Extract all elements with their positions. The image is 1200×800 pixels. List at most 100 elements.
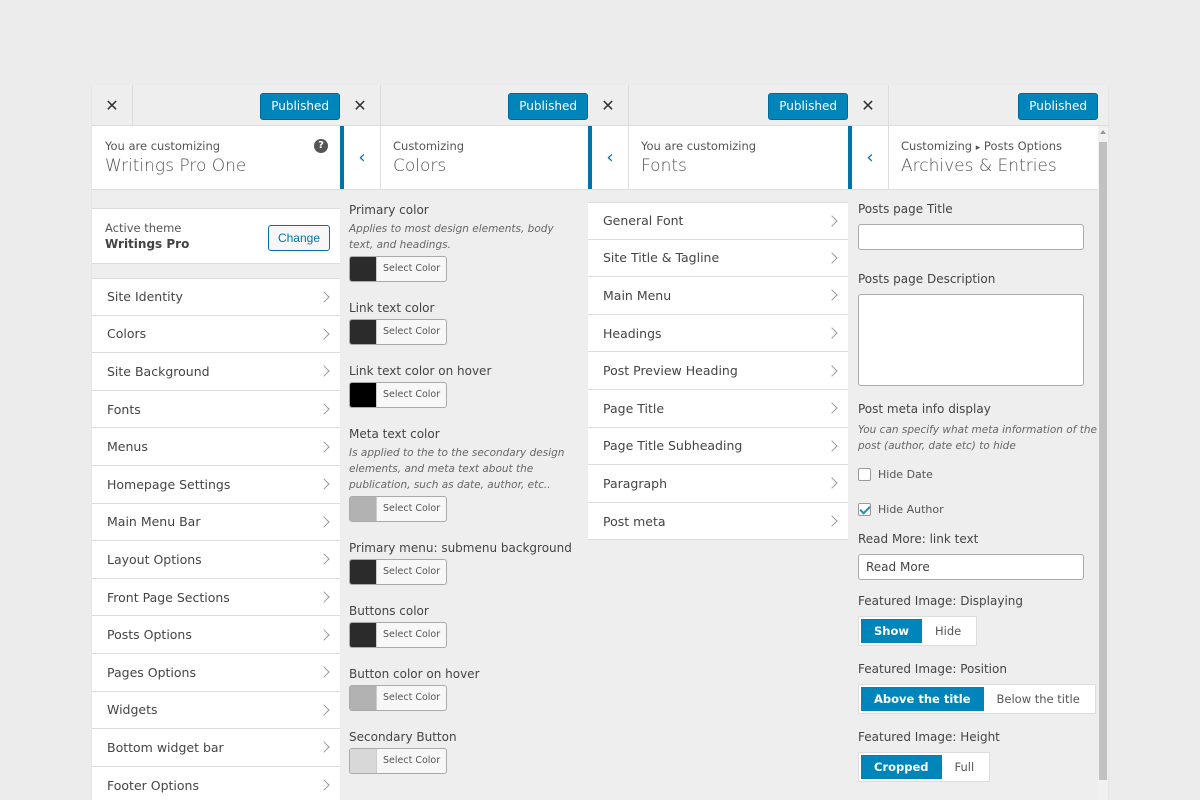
option-below-the-title[interactable]: Below the title: [984, 687, 1093, 711]
hide-date-checkbox[interactable]: [858, 468, 871, 481]
customizer-frame: ✕ Published You are customizing Writings…: [92, 85, 1108, 800]
nav-item-site-background[interactable]: Site Background: [92, 353, 340, 391]
color-control-title: Meta text color: [349, 427, 440, 441]
color-control-description: Is applied to the to the secondary desig…: [349, 447, 565, 491]
nav-item-fonts[interactable]: Fonts: [92, 390, 340, 429]
scrollbar[interactable]: [1098, 126, 1108, 800]
nav-item-paragraph[interactable]: Paragraph: [588, 465, 848, 503]
help-icon[interactable]: ?: [314, 139, 328, 153]
chevron-right-icon: [826, 477, 838, 490]
color-picker-button[interactable]: Select Color: [349, 496, 448, 522]
read-more-input[interactable]: Read More: [858, 554, 1084, 580]
meta-display-label: Post meta info display: [858, 402, 991, 416]
color-swatch: [350, 320, 376, 344]
hide-author-checkbox[interactable]: [858, 503, 871, 516]
nav-item-label: Main Menu: [603, 287, 672, 303]
close-button[interactable]: ✕: [848, 85, 889, 125]
nav-item-label: Main Menu Bar: [107, 514, 201, 530]
color-picker-button[interactable]: Select Color: [349, 685, 448, 711]
publish-button[interactable]: Published: [1018, 93, 1098, 120]
scrollbar-thumb[interactable]: [1099, 142, 1107, 780]
color-picker-button[interactable]: Select Color: [349, 748, 448, 774]
top-bar: ✕ Published: [848, 85, 1108, 126]
nav-item-post-meta[interactable]: Post meta: [588, 502, 848, 541]
nav-item-menus[interactable]: Menus: [92, 428, 340, 466]
customizing-label: You are customizing: [105, 139, 221, 153]
theme-name: Writings Pro: [105, 237, 190, 251]
top-bar: ✕ Published: [588, 85, 848, 126]
select-color-label: Select Color: [376, 320, 446, 344]
publish-button[interactable]: Published: [768, 93, 848, 120]
posts-page-title-input[interactable]: [858, 224, 1084, 250]
hide-date-row[interactable]: Hide Date: [858, 468, 1098, 481]
chevron-right-icon: [318, 741, 330, 754]
featured-height-label: Featured Image: Height: [858, 730, 1000, 744]
select-color-label: Select Color: [376, 257, 446, 281]
breadcrumb: Customizing: [393, 139, 465, 153]
breadcrumb-separator: ▸: [975, 143, 981, 153]
nav-item-general-font[interactable]: General Font: [588, 202, 848, 240]
scroll-up-icon[interactable]: [1100, 130, 1106, 134]
nav-item-colors[interactable]: Colors: [92, 315, 340, 354]
hide-date-label: Hide Date: [878, 468, 933, 481]
color-picker-button[interactable]: Select Color: [349, 622, 448, 648]
nav-item-site-identity[interactable]: Site Identity: [92, 278, 340, 316]
posts-page-description-label: Posts page Description: [858, 272, 996, 286]
nav-item-label: Site Identity: [107, 289, 183, 305]
option-hide[interactable]: Hide: [922, 619, 974, 643]
hide-author-row[interactable]: Hide Author: [858, 503, 1098, 516]
select-color-label: Select Color: [376, 686, 446, 710]
publish-button[interactable]: Published: [260, 93, 340, 120]
publish-button[interactable]: Published: [508, 93, 588, 120]
nav-item-widgets[interactable]: Widgets: [92, 691, 340, 730]
close-button[interactable]: ✕: [340, 85, 381, 125]
color-control-title: Primary menu: submenu background: [349, 541, 572, 555]
close-button[interactable]: ✕: [588, 85, 629, 125]
nav-item-main-menu[interactable]: Main Menu: [588, 277, 848, 315]
option-above-the-title[interactable]: Above the title: [861, 687, 984, 711]
close-button[interactable]: ✕: [92, 85, 133, 125]
color-picker-button[interactable]: Select Color: [349, 559, 448, 585]
back-button[interactable]: ‹: [848, 126, 889, 189]
nav-item-label: Page Title: [603, 400, 665, 416]
archive-controls: Posts page Title Posts page Description …: [848, 190, 1108, 800]
change-theme-button[interactable]: Change: [267, 225, 330, 251]
nav-item-layout-options[interactable]: Layout Options: [92, 541, 340, 579]
nav-item-post-preview-heading[interactable]: Post Preview Heading: [588, 352, 848, 390]
option-full[interactable]: Full: [942, 755, 988, 779]
nav-item-posts-options[interactable]: Posts Options: [92, 616, 340, 654]
nav-item-headings[interactable]: Headings: [588, 314, 848, 353]
nav-item-front-page-sections[interactable]: Front Page Sections: [92, 578, 340, 617]
nav-item-bottom-widget-bar[interactable]: Bottom widget bar: [92, 729, 340, 767]
posts-page-description-textarea[interactable]: [858, 294, 1084, 386]
color-picker-button[interactable]: Select Color: [349, 382, 448, 408]
color-swatch: [350, 497, 376, 521]
color-control: Link text color Select Color: [349, 301, 579, 348]
nav-item-page-title[interactable]: Page Title: [588, 389, 848, 428]
option-cropped[interactable]: Cropped: [861, 755, 942, 779]
nav-item-pages-options[interactable]: Pages Options: [92, 653, 340, 692]
nav-item-label: General Font: [603, 213, 684, 229]
nav-item-homepage-settings[interactable]: Homepage Settings: [92, 465, 340, 504]
nav-item-main-menu-bar[interactable]: Main Menu Bar: [92, 503, 340, 542]
color-controls: Primary color Applies to most design elem…: [340, 190, 588, 800]
nav-item-page-title-subheading[interactable]: Page Title Subheading: [588, 427, 848, 466]
color-control-title: Link text color on hover: [349, 364, 492, 378]
option-show[interactable]: Show: [861, 619, 922, 643]
chevron-right-icon: [826, 440, 838, 452]
back-button[interactable]: ‹: [588, 126, 629, 189]
nav-item-label: Homepage Settings: [107, 476, 231, 492]
section-title: Fonts: [641, 156, 687, 176]
section-header: ‹ Customizing Colors: [340, 126, 588, 190]
chevron-right-icon: [318, 516, 330, 528]
customizer-root-panel: ✕ Published You are customizing Writings…: [92, 85, 340, 800]
select-color-label: Select Color: [376, 623, 446, 647]
breadcrumb: Customizing ▸ Posts Options: [901, 139, 1062, 153]
colors-panel: ✕ Published ‹ Customizing Colors Primary…: [340, 85, 588, 800]
color-picker-button[interactable]: Select Color: [349, 256, 448, 282]
nav-item-footer-options[interactable]: Footer Options: [92, 766, 340, 800]
nav-item-site-title-tagline[interactable]: Site Title & Tagline: [588, 239, 848, 278]
color-picker-button[interactable]: Select Color: [349, 319, 448, 345]
back-button[interactable]: ‹: [340, 126, 381, 189]
chevron-left-icon: ‹: [358, 147, 366, 168]
